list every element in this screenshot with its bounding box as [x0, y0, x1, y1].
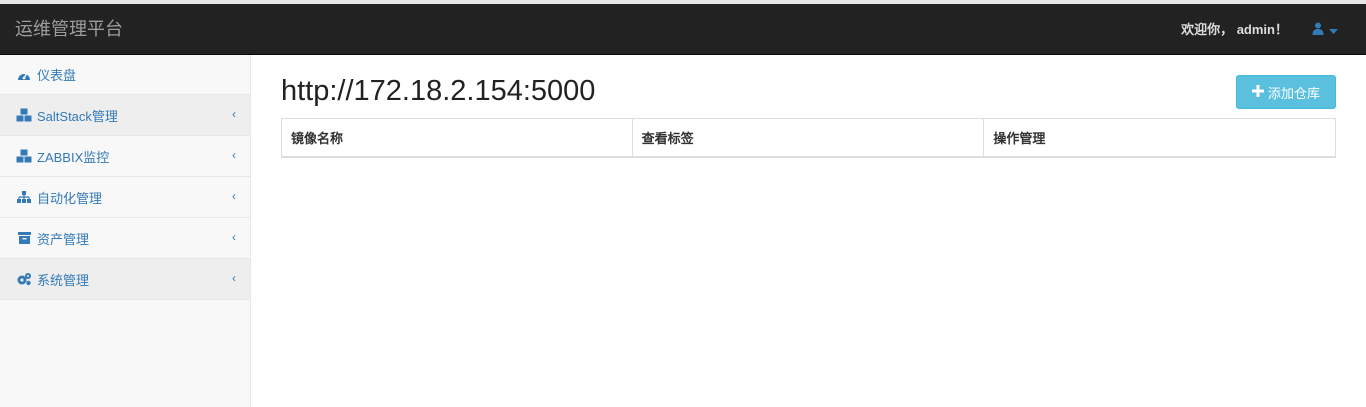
- chevron-left-icon: ‹: [232, 271, 236, 285]
- welcome-text: 欢迎你， admin！: [1181, 22, 1288, 37]
- dashboard-icon: [16, 67, 32, 83]
- sitemap-icon: [16, 189, 32, 205]
- image-table: 镜像名称 查看标签 操作管理: [281, 118, 1336, 158]
- sidebar-item-label: SaltStack管理: [37, 108, 118, 124]
- sidebar-item-automation[interactable]: 自动化管理 ‹: [0, 177, 250, 218]
- column-header-actions: 操作管理: [983, 118, 1336, 158]
- sidebar-item-saltstack[interactable]: SaltStack管理 ‹: [0, 95, 250, 136]
- add-repository-label: 添加仓库: [1267, 85, 1320, 101]
- sidebar-item-system[interactable]: 系统管理 ‹: [0, 259, 250, 300]
- brand-title[interactable]: 运维管理平台: [15, 18, 123, 40]
- sidebar-item-label: 自动化管理: [37, 190, 103, 206]
- sidebar: 仪表盘 SaltStack管理 ‹ ZABBIX监控 ‹ 自动化管理 ‹ 资产管…: [0, 55, 251, 407]
- sidebar-item-label: 系统管理: [37, 272, 90, 288]
- sidebar-item-label: ZABBIX监控: [37, 149, 110, 165]
- sidebar-item-zabbix[interactable]: ZABBIX监控 ‹: [0, 136, 250, 177]
- sidebar-item-label: 仪表盘: [37, 68, 77, 83]
- page-title: http://172.18.2.154:5000: [281, 75, 596, 107]
- user-menu-toggle[interactable]: [1312, 20, 1338, 40]
- plus-icon: [1251, 84, 1264, 100]
- sidebar-item-assets[interactable]: 资产管理 ‹: [0, 218, 250, 259]
- main-content: http://172.18.2.154:5000 添加仓库 镜像名称 查看标签 …: [251, 55, 1366, 407]
- cubes-icon: [16, 107, 32, 123]
- table-header-row: 镜像名称 查看标签 操作管理: [281, 118, 1336, 158]
- add-repository-button[interactable]: 添加仓库: [1236, 75, 1336, 109]
- cubes-icon: [16, 148, 32, 164]
- caret-down-icon: [1329, 23, 1338, 38]
- sidebar-item-label: 资产管理: [37, 231, 90, 247]
- chevron-left-icon: ‹: [232, 230, 236, 244]
- column-header-image-name: 镜像名称: [281, 118, 633, 158]
- user-icon: [1312, 22, 1324, 38]
- top-navbar: 运维管理平台 欢迎你， admin！: [0, 0, 1366, 55]
- chevron-left-icon: ‹: [232, 189, 236, 203]
- column-header-tags: 查看标签: [631, 118, 985, 158]
- archive-icon: [16, 230, 32, 246]
- sidebar-item-dashboard[interactable]: 仪表盘: [0, 55, 250, 95]
- chevron-left-icon: ‹: [232, 107, 236, 121]
- chevron-left-icon: ‹: [232, 148, 236, 162]
- cogs-icon: [16, 271, 32, 287]
